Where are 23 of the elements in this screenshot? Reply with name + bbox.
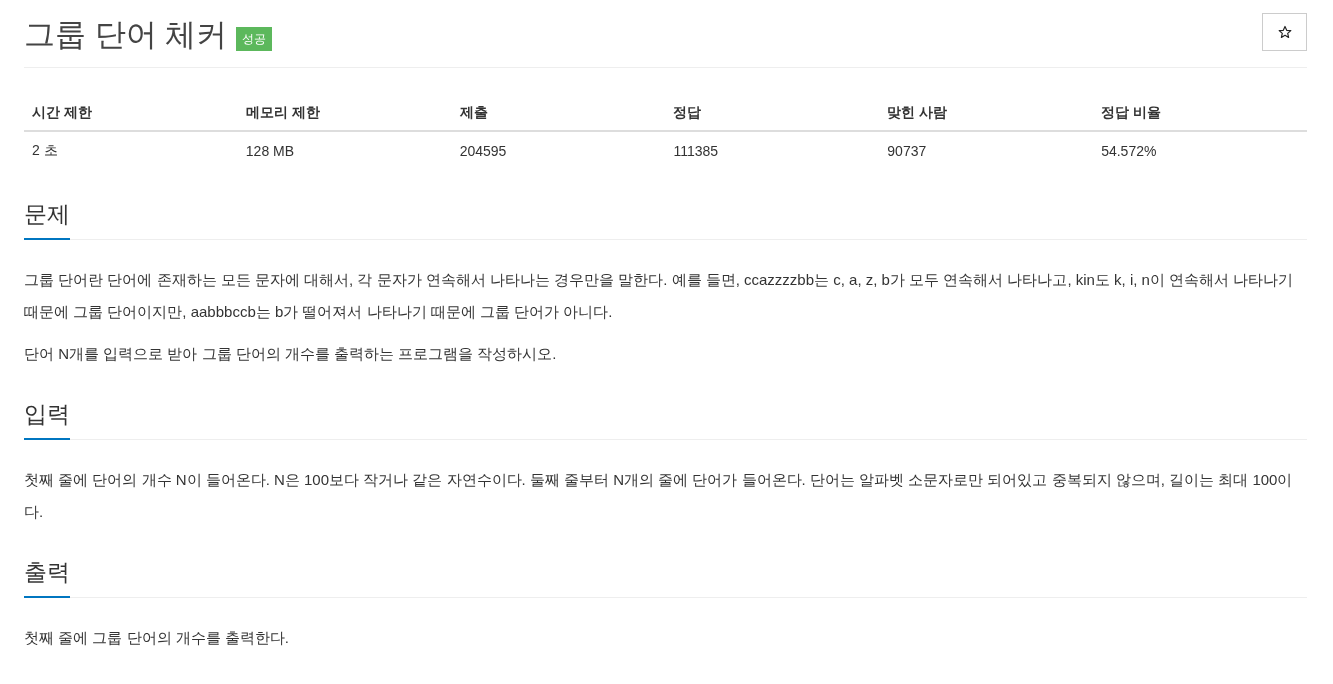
paragraph: 단어 N개를 입력으로 받아 그룹 단어의 개수를 출력하는 프로그램을 작성하시오.: [24, 344, 558, 364]
section-heading: 입력: [24, 398, 70, 440]
status-badge: 성공: [236, 27, 273, 51]
star-icon: [1277, 25, 1292, 39]
paragraph: 첫째 줄에 단어의 개수 N이 들어온다. N은 100보다 작거나 같은 자연수이다. 둘째 줄부터 N개의 줄에 단어가 들어온다. 단어는 알파벳 소문자로만 되어있고 중복되지 않으며, 길이는 최대 100이다.: [24, 470, 1294, 522]
page-title: 그룹 단어 체커: [24, 16, 228, 54]
favorite-button[interactable]: [1262, 13, 1307, 51]
table-cell: 128 MB: [237, 131, 452, 170]
column-header: 정답 비율: [1093, 96, 1307, 131]
column-header: 정답: [665, 96, 880, 131]
column-header: 메모리 제한: [237, 96, 452, 131]
table-cell: 90737: [879, 131, 1094, 170]
table-cell: 54.572%: [1093, 131, 1307, 170]
column-header: 맞힌 사람: [879, 96, 1094, 131]
section-heading: 문제: [24, 198, 70, 240]
section-heading: 출력: [24, 556, 70, 598]
paragraph: 그룹 단어란 단어에 존재하는 모든 문자에 대해서, 각 문자가 연속해서 나타나는 경우만을 말한다. 예를 들면, ccazzzzbb는 c, a, z, b가 모두 연속해서 나타나고, kin도 k, i, n이 연속해서 나타나기 때문에 그룹 단어이지만, aabbbccb는 b가 떨어져서 나타나기 때문에 그룹 단어가 아니다.: [24, 270, 1295, 322]
table-cell: 204595: [451, 131, 666, 170]
table-cell: 2 초: [24, 131, 238, 170]
paragraph: 첫째 줄에 그룹 단어의 개수를 출력한다.: [24, 628, 290, 648]
column-header: 시간 제한: [24, 96, 238, 131]
column-header: 제출: [451, 96, 666, 131]
table-cell: 111385: [665, 131, 880, 170]
